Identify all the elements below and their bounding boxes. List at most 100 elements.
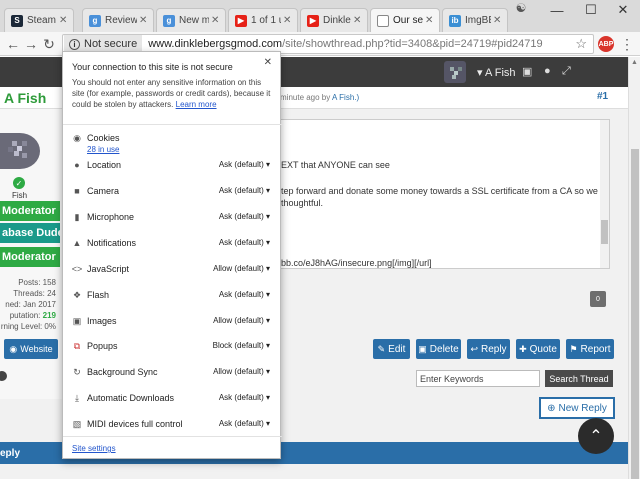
page-scrollbar[interactable]: ▲	[628, 57, 640, 479]
page-scroll-thumb[interactable]	[631, 149, 639, 479]
post-editor[interactable]: EXT that ANYONE can see tep forward and …	[280, 119, 610, 269]
permission-select[interactable]: Block (default)	[213, 341, 270, 350]
drop-icon[interactable]: ●	[544, 65, 551, 77]
editor-scroll-thumb[interactable]	[601, 220, 608, 244]
permission-camera: ■ Camera Ask (default)	[63, 183, 282, 201]
permission-background-sync: ↻ Background Sync Allow (default)	[63, 364, 282, 382]
user-menu[interactable]: ▾ A Fish	[477, 66, 516, 79]
tab-label: Our sec	[393, 15, 423, 26]
close-icon[interactable]: ✕	[139, 15, 149, 26]
close-icon[interactable]: ✕	[264, 57, 272, 68]
permission-label: Background Sync	[87, 367, 158, 377]
permission-label: MIDI devices full control	[87, 419, 183, 429]
editor-scrollbar[interactable]	[600, 120, 609, 268]
back-button[interactable]: ←	[4, 35, 22, 53]
stat-reputation: putation: 219	[0, 310, 56, 321]
profile-icon[interactable]: ☯	[511, 0, 531, 16]
scroll-to-top-button[interactable]: ⌃	[578, 418, 614, 454]
close-icon[interactable]: ✕	[353, 15, 363, 26]
edit-label: Edit	[388, 343, 406, 355]
editor-line: tep forward and donate some money toward…	[281, 186, 598, 196]
scroll-up-icon[interactable]: ▲	[631, 59, 638, 66]
stat-joined: ned: Jan 2017	[5, 300, 56, 309]
youtube-icon: ▶	[235, 14, 247, 27]
globe-icon: ◉	[9, 343, 18, 354]
permission-label: Cookies	[87, 133, 120, 143]
post-time-text: minute ago by	[280, 93, 331, 102]
download-icon: ⤓	[75, 392, 79, 403]
learn-more-link[interactable]: Learn more	[176, 100, 217, 109]
reply-button[interactable]: ↩ Reply	[467, 339, 510, 359]
close-icon[interactable]: ✕	[493, 15, 503, 26]
user-avatar[interactable]	[444, 61, 466, 83]
post-author[interactable]: A Fish	[4, 90, 46, 106]
browser-tab[interactable]: ▶ Dinkleb ✕	[300, 8, 368, 32]
star-icon[interactable]: ☆	[575, 36, 587, 52]
thread-search-input[interactable]: Enter Keywords	[416, 370, 540, 387]
permission-select[interactable]: Ask (default)	[219, 419, 270, 428]
browser-tab[interactable]: S Steam C ✕	[4, 8, 74, 32]
chevron-up-icon: ⌃	[589, 428, 603, 445]
permission-select[interactable]: Allow (default)	[213, 367, 270, 376]
reply-bar-title: eply	[0, 447, 21, 459]
report-button[interactable]: ⚑ Report	[566, 339, 614, 359]
permission-select[interactable]: Ask (default)	[219, 160, 270, 169]
permission-select[interactable]: Allow (default)	[213, 264, 270, 273]
avatar-image	[450, 67, 462, 79]
cookies-in-use-link[interactable]: 28 in use	[87, 145, 119, 154]
location-icon: ●	[74, 160, 80, 170]
site-settings-link[interactable]: Site settings	[72, 444, 116, 453]
minimize-button[interactable]: —	[540, 0, 574, 20]
role-badge: abase Dude	[0, 223, 60, 243]
site-info-popup: ✕ Your connection to this site is not se…	[62, 51, 282, 459]
permission-select[interactable]: Ask (default)	[219, 212, 270, 221]
permission-select[interactable]: Allow (default)	[213, 316, 270, 325]
collapse-icon[interactable]: ⤢	[562, 65, 571, 78]
image-icon[interactable]: ▣	[522, 65, 532, 78]
close-icon[interactable]: ✕	[283, 15, 293, 26]
browser-tab-active[interactable]: Our sec ✕	[370, 8, 440, 32]
adblock-extension-icon[interactable]: ABP	[598, 36, 614, 52]
stat-threads: Threads: 24	[13, 289, 56, 298]
browser-tab[interactable]: g Reviews ✕	[82, 8, 154, 32]
permission-select[interactable]: Ask (default)	[219, 238, 270, 247]
reputation-label: putation:	[9, 311, 41, 320]
permission-select[interactable]: Ask (default)	[219, 186, 270, 195]
tab-strip: S Steam C ✕ g Reviews ✕ g New me ✕ ▶ 1 o…	[0, 0, 640, 32]
edit-button[interactable]: ✎ Edit	[373, 339, 410, 359]
menu-icon[interactable]: ⋮	[620, 36, 634, 52]
url-text[interactable]: www.dinklebergsgmod.com/site/showthread.…	[148, 38, 542, 50]
close-icon[interactable]: ✕	[425, 15, 435, 26]
permission-select[interactable]: Ask (default)	[219, 393, 270, 402]
browser-tab[interactable]: ib ImgBB - ✕	[442, 8, 508, 32]
delete-button[interactable]: ▣ Delete	[416, 339, 461, 359]
close-icon[interactable]: ✕	[59, 15, 69, 26]
permission-flash: ❖ Flash Ask (default)	[63, 287, 282, 305]
reload-button[interactable]: ↻	[40, 35, 58, 53]
new-reply-button[interactable]: ⊕ New Reply	[539, 397, 615, 419]
permission-location: ● Location Ask (default)	[63, 157, 282, 175]
user-stats: Posts: 158 Threads: 24 ned: Jan 2017 put…	[0, 277, 62, 332]
search-thread-button[interactable]: Search Thread	[545, 370, 613, 387]
role-badge: Moderator	[0, 247, 60, 267]
permission-javascript: <> JavaScript Allow (default)	[63, 261, 282, 279]
close-window-button[interactable]: ✕	[606, 0, 640, 20]
permission-select[interactable]: Ask (default)	[219, 290, 270, 299]
browser-tab[interactable]: g New me ✕	[156, 8, 226, 32]
maximize-button[interactable]: ☐	[574, 0, 608, 20]
page-icon	[377, 14, 389, 27]
forward-button[interactable]: →	[22, 35, 40, 53]
g-icon: g	[89, 14, 101, 27]
post-number[interactable]: #1	[597, 91, 608, 102]
popup-title: Your connection to this site is not secu…	[72, 62, 233, 72]
website-button[interactable]: ◉ Website	[4, 339, 58, 359]
permission-label: Location	[87, 160, 122, 170]
browser-tab[interactable]: ▶ 1 of 1 u ✕	[228, 8, 298, 32]
quote-button[interactable]: ✚ Quote	[516, 339, 560, 359]
close-icon[interactable]: ✕	[211, 15, 221, 26]
permission-midi: ▧ MIDI devices full control Ask (default…	[63, 416, 282, 434]
editor-line: bb.co/eJ8hAG/insecure.png[/img][/url]	[281, 258, 432, 268]
role-badge: Moderator	[0, 201, 60, 221]
permission-label: Microphone	[87, 212, 135, 222]
sync-icon: ↻	[73, 366, 81, 377]
